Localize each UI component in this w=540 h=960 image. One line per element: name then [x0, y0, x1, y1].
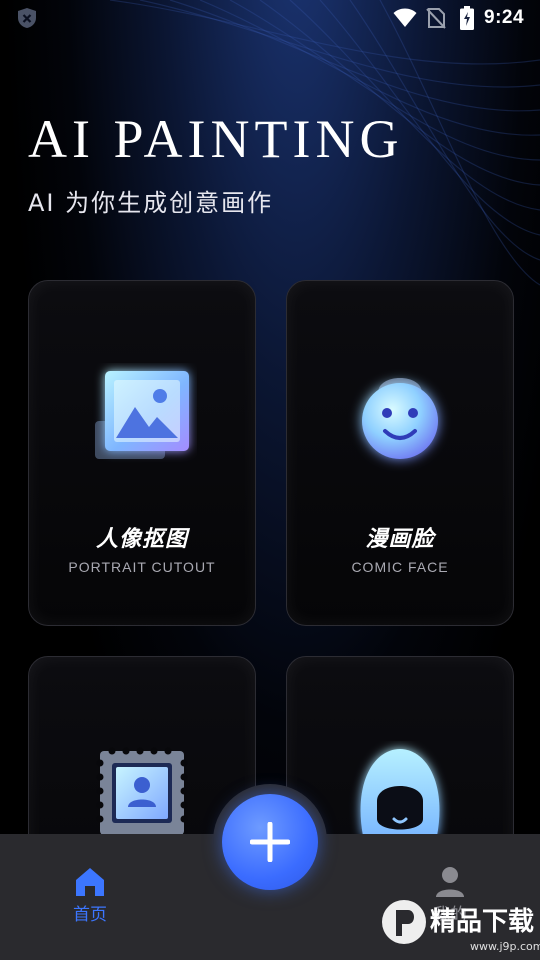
wifi-icon — [393, 8, 417, 27]
card-comic-face[interactable]: 漫画脸 COMIC FACE — [286, 280, 514, 626]
shield-icon — [18, 8, 36, 28]
plus-icon — [250, 822, 290, 862]
status-bar: 9:24 — [0, 0, 540, 36]
watermark-site: www.j9p.com — [470, 940, 540, 953]
card-subtitle: PORTRAIT CUTOUT — [68, 559, 216, 575]
nav-home-tab[interactable]: 首页 — [60, 866, 120, 926]
nav-home-label: 首页 — [73, 905, 107, 925]
watermark-logo: 精品下载 www.j9p.com — [382, 900, 540, 953]
app-screen: 9:24 AI PAINTING AI 为你生成创意画作 人像抠图 PORTRA… — [0, 0, 540, 960]
card-portrait-cutout[interactable]: 人像抠图 PORTRAIT CUTOUT — [28, 280, 256, 626]
stamp-portrait-icon — [96, 747, 188, 835]
battery-icon — [460, 6, 474, 30]
watermark-brand: 精品下载 — [430, 907, 534, 937]
add-button[interactable] — [222, 794, 318, 890]
card-title: 漫画脸 — [365, 527, 435, 552]
card-title: 人像抠图 — [95, 527, 188, 552]
no-sim-icon — [426, 8, 446, 29]
app-subtitle: AI 为你生成创意画作 — [28, 189, 274, 217]
home-icon — [76, 868, 104, 896]
image-icon — [95, 371, 189, 459]
app-title: AI PAINTING — [28, 109, 404, 169]
smiley-face-icon — [362, 378, 438, 459]
status-time: 9:24 — [484, 7, 525, 28]
card-subtitle: COMIC FACE — [351, 559, 449, 575]
